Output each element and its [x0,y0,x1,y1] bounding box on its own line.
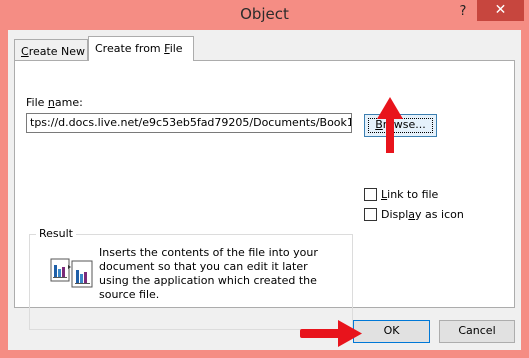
close-button[interactable]: ✕ [477,0,524,21]
tab-label-suffix: reate New [28,45,86,58]
result-description: Inserts the contents of the file into yo… [99,246,318,301]
link-to-file-label[interactable]: Link to file [381,188,438,201]
dialog-body: Create New Create from File File name: t… [8,30,521,350]
display-as-icon-label[interactable]: Display as icon [381,208,464,221]
label-suffix: ame: [54,96,83,109]
tab-label-accesskey: C [21,45,29,58]
display-as-icon-checkbox[interactable] [364,208,377,221]
label-accesskey: n [47,96,55,109]
tab-create-new[interactable]: Create New [14,39,88,60]
arrow-right-icon [300,320,362,347]
label-prefix: File [26,96,48,109]
cancel-button[interactable]: Cancel [439,320,515,343]
tab-label-prefix: Create from [95,42,165,55]
help-button[interactable]: ? [452,2,474,22]
embedded-document-icon [50,258,93,288]
label-prefix: Displ [381,208,409,221]
result-group: Result Inserts the contents of the file … [29,227,353,330]
close-icon: ✕ [494,2,507,18]
file-name-label: File name: [26,96,83,109]
link-to-file-checkbox[interactable] [364,188,377,201]
arrow-up-icon [377,97,403,153]
result-title: Result [36,227,76,240]
ok-button[interactable]: OK [353,320,430,343]
tab-label-suffix: ile [169,42,183,55]
label-suffix: ink to file [387,188,439,201]
title-bar: Object ? ✕ [0,0,529,30]
tab-create-from-file[interactable]: Create from File [88,36,194,61]
file-name-input[interactable]: tps://d.docs.live.net/e9c53eb5fad79205/D… [26,113,352,133]
window-title: Object [240,5,289,23]
tab-panel: File name: tps://d.docs.live.net/e9c53eb… [14,60,515,330]
label-suffix: y as icon [415,208,464,221]
